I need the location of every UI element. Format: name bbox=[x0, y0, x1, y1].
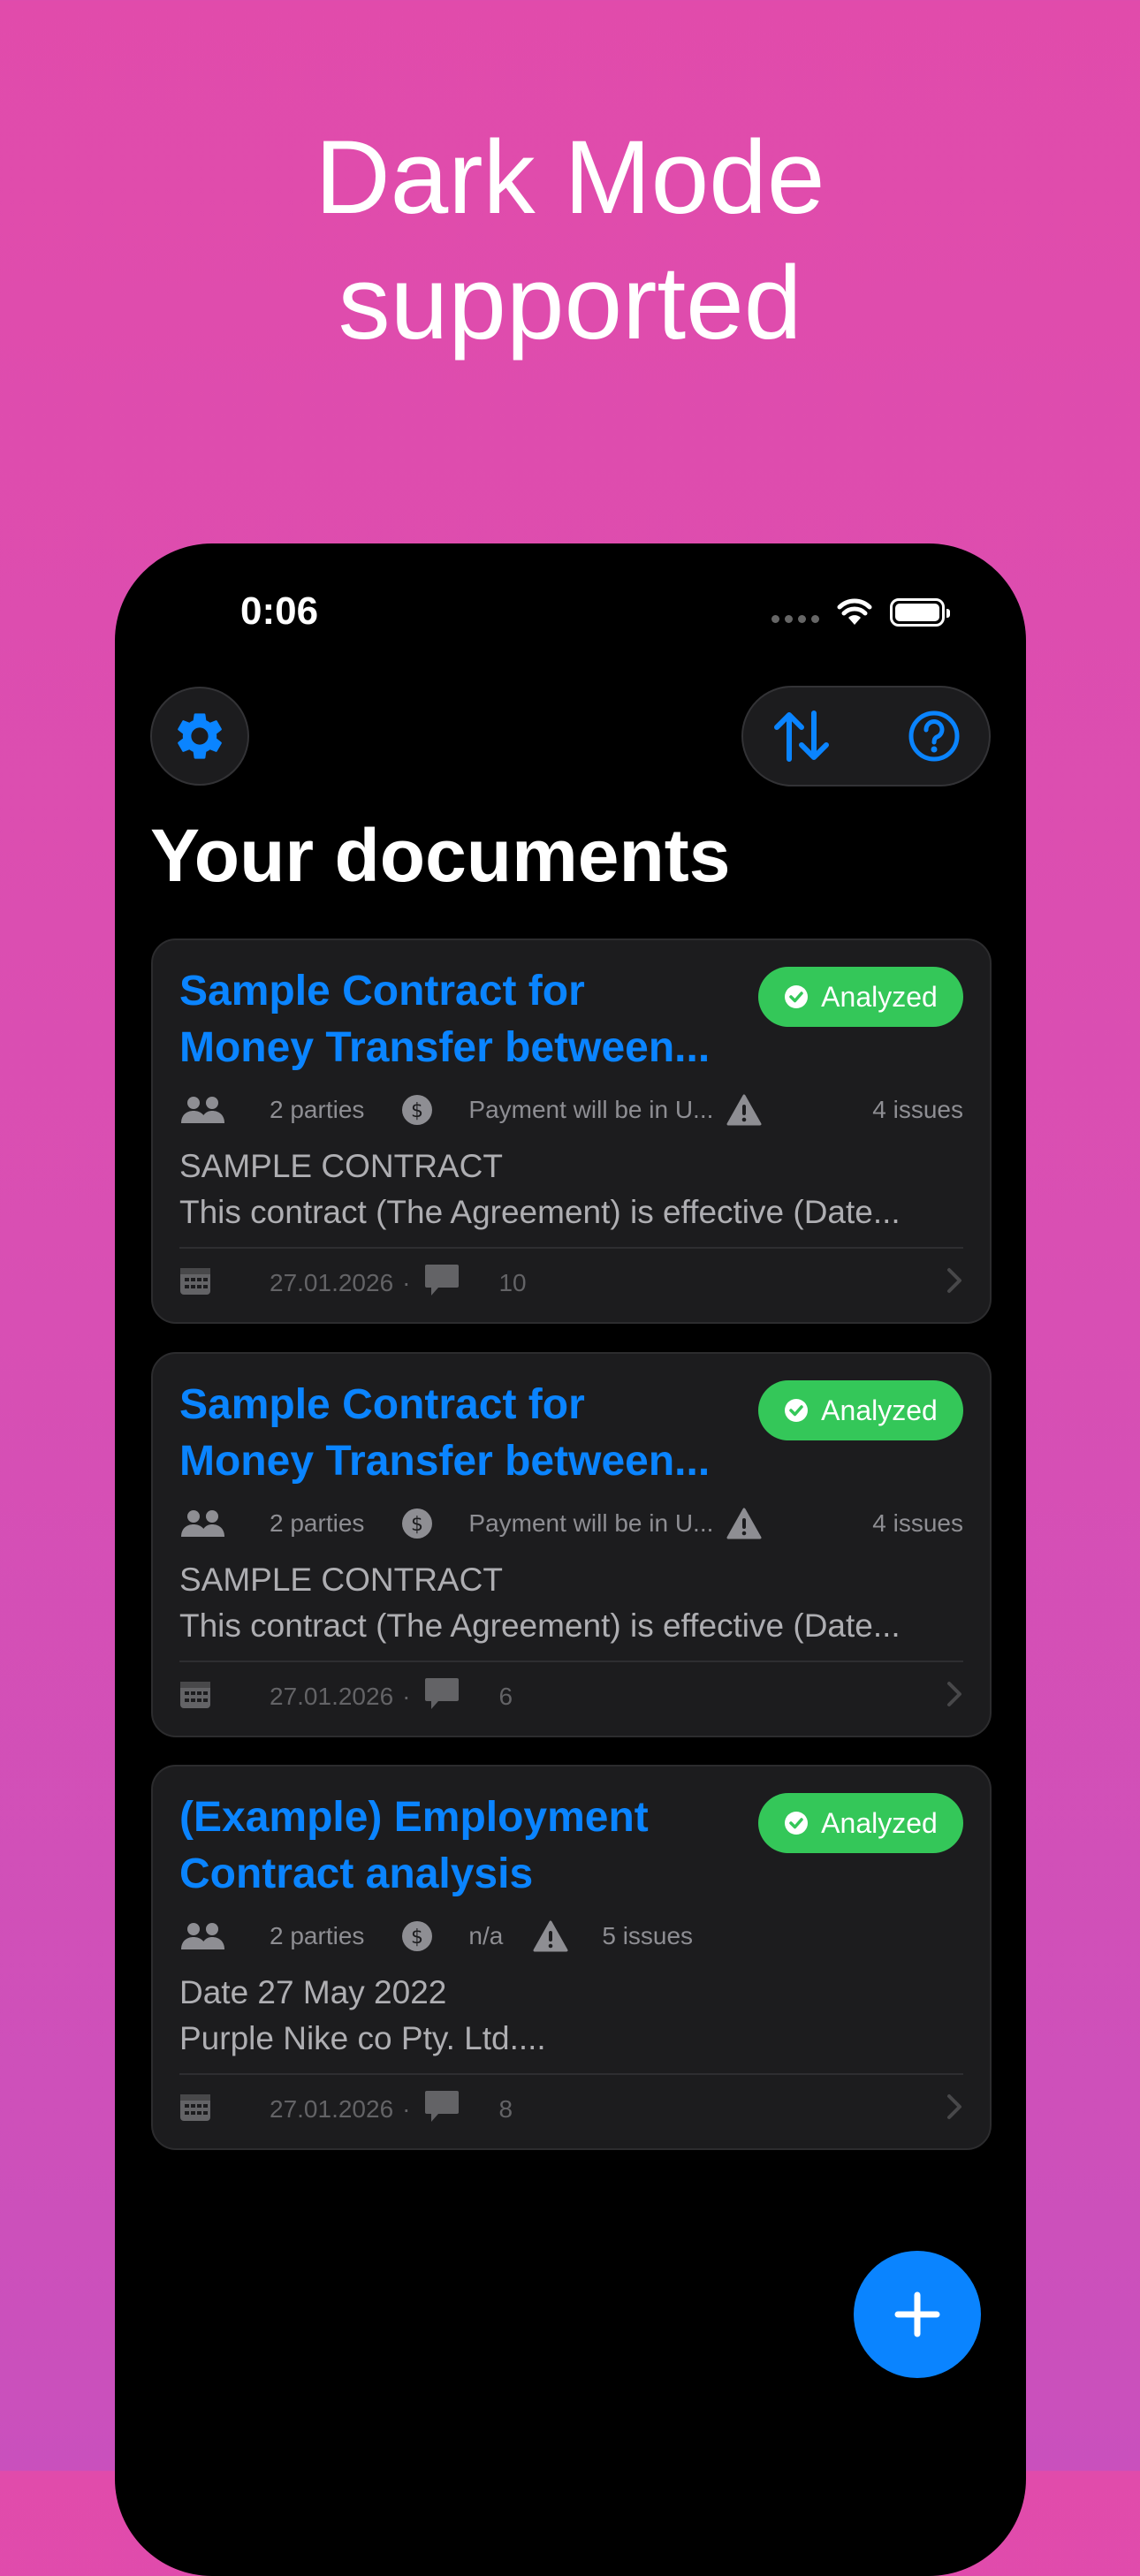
battery-icon bbox=[890, 598, 950, 627]
document-footer: 27.01.2026 · 8 bbox=[179, 2085, 963, 2134]
promo-line-2: supported bbox=[338, 245, 802, 361]
settings-button[interactable] bbox=[150, 687, 249, 786]
document-card[interactable]: Sample Contract for Money Transfer betwe… bbox=[151, 938, 992, 1324]
card-divider bbox=[179, 1660, 963, 1662]
issues-count: 5 issues bbox=[602, 1922, 694, 1949]
warning-icon bbox=[533, 1920, 568, 1952]
status-indicators bbox=[771, 598, 950, 627]
promo-headline: Dark Mode supported bbox=[0, 115, 1140, 366]
parties-count: 2 parties bbox=[270, 1922, 365, 1949]
cellular-signal-icon bbox=[771, 614, 819, 623]
footer-separator: · bbox=[402, 1269, 411, 1296]
issues-count: 4 issues bbox=[872, 1096, 963, 1123]
footer-separator: · bbox=[402, 1683, 411, 1710]
card-divider bbox=[179, 2073, 963, 2075]
help-button[interactable] bbox=[908, 710, 961, 763]
sort-button[interactable] bbox=[770, 708, 833, 764]
sort-arrows-icon bbox=[774, 710, 829, 762]
document-date: 27.01.2026 bbox=[270, 2095, 394, 2123]
wifi-icon bbox=[837, 598, 872, 625]
people-icon bbox=[179, 1921, 227, 1951]
gear-icon bbox=[178, 713, 222, 759]
document-preview: SAMPLE CONTRACT This contract (The Agree… bbox=[179, 1562, 901, 1644]
plus-icon bbox=[894, 2291, 940, 2337]
warning-icon bbox=[726, 1094, 762, 1126]
status-badge-label: Analyzed bbox=[821, 1394, 938, 1426]
question-circle-icon bbox=[908, 710, 960, 762]
calendar-icon bbox=[179, 2092, 211, 2128]
card-divider bbox=[179, 1247, 963, 1249]
page-title: Your documents bbox=[150, 814, 731, 897]
comments-count: 8 bbox=[498, 2095, 513, 2123]
status-time: 0:06 bbox=[240, 589, 319, 633]
status-badge: Analyzed bbox=[758, 1793, 963, 1853]
footer-separator: · bbox=[402, 2095, 411, 2123]
warning-icon bbox=[726, 1508, 762, 1539]
svg-text:$: $ bbox=[411, 1100, 423, 1122]
people-icon bbox=[179, 1508, 227, 1539]
document-preview: SAMPLE CONTRACT This contract (The Agree… bbox=[179, 1148, 901, 1230]
document-title[interactable]: Sample Contract for Money Transfer betwe… bbox=[179, 963, 745, 1076]
parties-count: 2 parties bbox=[270, 1509, 365, 1537]
payment-summary: Payment will be in U... bbox=[468, 1096, 714, 1123]
status-badge: Analyzed bbox=[758, 1380, 963, 1440]
document-card[interactable]: Sample Contract for Money Transfer betwe… bbox=[151, 1352, 992, 1737]
document-meta: 2 parties $ Payment will be in U... 4 is… bbox=[179, 1504, 963, 1543]
issues-count: 4 issues bbox=[872, 1509, 963, 1537]
svg-text:$: $ bbox=[411, 1926, 423, 1949]
dollar-circle-icon: $ bbox=[401, 1508, 433, 1539]
payment-summary: Payment will be in U... bbox=[468, 1509, 714, 1537]
document-title[interactable]: (Example) Employment Contract analysis bbox=[179, 1790, 745, 1903]
chevron-right-icon[interactable] bbox=[946, 1267, 963, 1300]
checkmark-circle-icon bbox=[785, 985, 809, 1008]
add-document-button[interactable] bbox=[854, 2251, 981, 2378]
payment-summary: n/a bbox=[468, 1922, 504, 1949]
calendar-icon bbox=[179, 1265, 211, 1302]
people-icon bbox=[179, 1095, 227, 1125]
calendar-icon bbox=[179, 1679, 211, 1715]
document-card[interactable]: (Example) Employment Contract analysis A… bbox=[151, 1765, 992, 2150]
checkmark-circle-icon bbox=[785, 1399, 809, 1422]
document-meta: 2 parties $ Payment will be in U... 4 is… bbox=[179, 1090, 963, 1129]
promo-line-1: Dark Mode bbox=[315, 119, 825, 236]
document-title[interactable]: Sample Contract for Money Transfer betwe… bbox=[179, 1377, 745, 1490]
dollar-circle-icon: $ bbox=[401, 1094, 433, 1126]
comment-icon bbox=[424, 2090, 460, 2130]
checkmark-circle-icon bbox=[785, 1812, 809, 1835]
document-date: 27.01.2026 bbox=[270, 1683, 394, 1710]
document-footer: 27.01.2026 · 10 bbox=[179, 1258, 963, 1308]
parties-count: 2 parties bbox=[270, 1096, 365, 1123]
comment-icon bbox=[424, 1677, 460, 1717]
document-meta: 2 parties $ n/a 5 issues bbox=[179, 1917, 963, 1956]
dollar-circle-icon: $ bbox=[401, 1920, 433, 1952]
document-preview: Date 27 May 2022 Purple Nike co Pty. Ltd… bbox=[179, 1974, 546, 2056]
comment-icon bbox=[424, 1264, 460, 1303]
toolbar-actions bbox=[741, 686, 991, 786]
phone-screen: 0:06 Your documents Sample Contract for … bbox=[115, 543, 1026, 2576]
status-badge-label: Analyzed bbox=[821, 980, 938, 1013]
chevron-right-icon[interactable] bbox=[946, 1681, 963, 1714]
document-date: 27.01.2026 bbox=[270, 1269, 394, 1296]
svg-text:$: $ bbox=[411, 1514, 423, 1536]
comments-count: 6 bbox=[498, 1683, 513, 1710]
status-badge: Analyzed bbox=[758, 967, 963, 1027]
document-footer: 27.01.2026 · 6 bbox=[179, 1672, 963, 1721]
chevron-right-icon[interactable] bbox=[946, 2093, 963, 2126]
comments-count: 10 bbox=[498, 1269, 527, 1296]
status-badge-label: Analyzed bbox=[821, 1806, 938, 1839]
